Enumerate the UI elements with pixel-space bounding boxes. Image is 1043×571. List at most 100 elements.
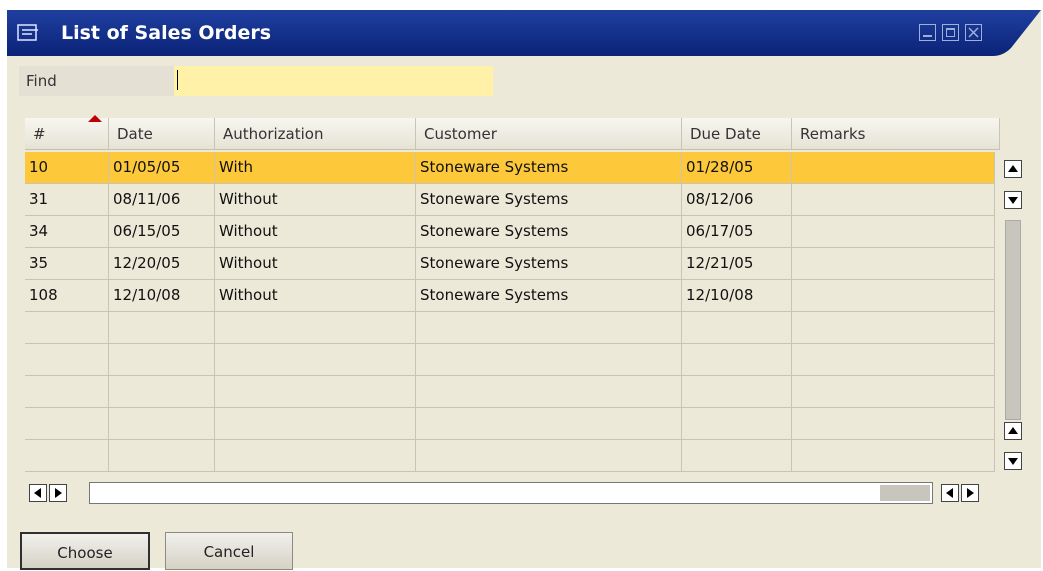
cell-authorization bbox=[215, 312, 416, 343]
cell-authorization bbox=[215, 408, 416, 439]
cell-date bbox=[109, 440, 215, 471]
cell-authorization: Without bbox=[215, 248, 416, 279]
cell-due-date: 12/10/08 bbox=[682, 280, 792, 311]
scroll-down-button-lower[interactable] bbox=[1004, 452, 1022, 470]
cell-date bbox=[109, 312, 215, 343]
cell-remarks bbox=[792, 216, 995, 247]
cell-customer bbox=[416, 376, 682, 407]
cell-customer: Stoneware Systems bbox=[416, 152, 682, 183]
cell-number bbox=[25, 376, 109, 407]
column-header-date[interactable]: Date bbox=[109, 118, 215, 150]
table-row[interactable]: 108 12/10/08 Without Stoneware Systems 1… bbox=[25, 280, 995, 312]
cell-number bbox=[25, 408, 109, 439]
horizontal-scrollbar[interactable] bbox=[29, 480, 994, 506]
find-label: Find bbox=[19, 66, 174, 96]
cell-date: 06/15/05 bbox=[109, 216, 215, 247]
cell-number bbox=[25, 440, 109, 471]
scroll-right-button-right[interactable] bbox=[961, 484, 979, 502]
empty-row[interactable] bbox=[25, 376, 995, 408]
cell-remarks bbox=[792, 440, 995, 471]
arrow-up-icon bbox=[1008, 427, 1018, 434]
text-cursor bbox=[177, 70, 178, 90]
cell-due-date bbox=[682, 344, 792, 375]
arrow-right-icon bbox=[967, 488, 974, 498]
cell-date bbox=[109, 344, 215, 375]
empty-row[interactable] bbox=[25, 440, 995, 472]
vertical-scrollbar[interactable] bbox=[1003, 160, 1023, 480]
cell-remarks bbox=[792, 280, 995, 311]
empty-row[interactable] bbox=[25, 408, 995, 440]
cell-due-date bbox=[682, 440, 792, 471]
cell-number: 31 bbox=[25, 184, 109, 215]
cell-due-date bbox=[682, 312, 792, 343]
cell-number: 10 bbox=[25, 152, 109, 183]
cell-date: 12/20/05 bbox=[109, 248, 215, 279]
scroll-up-button-lower[interactable] bbox=[1004, 422, 1022, 440]
table-row[interactable]: 10 01/05/05 With Stoneware Systems 01/28… bbox=[25, 152, 995, 184]
cell-date: 08/11/06 bbox=[109, 184, 215, 215]
cell-customer bbox=[416, 408, 682, 439]
cell-customer: Stoneware Systems bbox=[416, 184, 682, 215]
scroll-down-button[interactable] bbox=[1004, 191, 1022, 209]
scroll-right-button[interactable] bbox=[49, 484, 67, 502]
horizontal-scroll-track[interactable] bbox=[89, 482, 933, 504]
cell-date: 12/10/08 bbox=[109, 280, 215, 311]
scroll-up-button[interactable] bbox=[1004, 160, 1022, 178]
cell-number: 34 bbox=[25, 216, 109, 247]
cell-customer: Stoneware Systems bbox=[416, 248, 682, 279]
sales-orders-grid: # Date Authorization Customer Due Date R… bbox=[19, 114, 1000, 504]
cell-remarks bbox=[792, 248, 995, 279]
cell-due-date: 06/17/05 bbox=[682, 216, 792, 247]
cell-date: 01/05/05 bbox=[109, 152, 215, 183]
cancel-button[interactable]: Cancel bbox=[165, 532, 293, 570]
column-header-due-date[interactable]: Due Date bbox=[682, 118, 792, 150]
cell-remarks bbox=[792, 184, 995, 215]
cell-customer bbox=[416, 344, 682, 375]
cell-due-date bbox=[682, 408, 792, 439]
find-input[interactable] bbox=[174, 66, 493, 96]
close-button[interactable] bbox=[965, 24, 982, 41]
cell-date bbox=[109, 376, 215, 407]
cell-authorization: Without bbox=[215, 280, 416, 311]
column-header-number[interactable]: # bbox=[25, 115, 109, 150]
empty-row[interactable] bbox=[25, 312, 995, 344]
empty-row[interactable] bbox=[25, 344, 995, 376]
column-header-remarks[interactable]: Remarks bbox=[792, 118, 1000, 150]
table-row[interactable]: 34 06/15/05 Without Stoneware Systems 06… bbox=[25, 216, 995, 248]
maximize-button[interactable] bbox=[942, 24, 959, 41]
cell-due-date bbox=[682, 376, 792, 407]
table-row[interactable]: 31 08/11/06 Without Stoneware Systems 08… bbox=[25, 184, 995, 216]
scroll-left-button[interactable] bbox=[29, 484, 47, 502]
cell-remarks bbox=[792, 408, 995, 439]
window-title: List of Sales Orders bbox=[61, 22, 272, 44]
column-header-authorization[interactable]: Authorization bbox=[215, 118, 416, 150]
cell-customer bbox=[416, 440, 682, 471]
arrow-left-icon bbox=[946, 488, 953, 498]
scroll-left-button-right[interactable] bbox=[941, 484, 959, 502]
cell-customer bbox=[416, 312, 682, 343]
cell-authorization: Without bbox=[215, 216, 416, 247]
cell-remarks bbox=[792, 344, 995, 375]
cell-customer: Stoneware Systems bbox=[416, 280, 682, 311]
sales-orders-window: List of Sales Orders Find # Date Authori… bbox=[7, 10, 1041, 570]
cell-authorization: With bbox=[215, 152, 416, 183]
title-bar[interactable]: List of Sales Orders bbox=[7, 10, 1041, 58]
arrow-down-icon bbox=[1008, 197, 1018, 204]
cell-due-date: 08/12/06 bbox=[682, 184, 792, 215]
choose-button[interactable]: Choose bbox=[20, 532, 150, 570]
cell-remarks bbox=[792, 312, 995, 343]
horizontal-scroll-thumb[interactable] bbox=[880, 485, 930, 501]
table-row[interactable]: 35 12/20/05 Without Stoneware Systems 12… bbox=[25, 248, 995, 280]
close-icon bbox=[968, 27, 979, 38]
column-header-customer[interactable]: Customer bbox=[416, 118, 682, 150]
arrow-down-icon bbox=[1008, 458, 1018, 465]
arrow-up-icon bbox=[1008, 165, 1018, 172]
scroll-thumb[interactable] bbox=[1005, 220, 1021, 420]
cell-authorization: Without bbox=[215, 184, 416, 215]
arrow-right-icon bbox=[55, 488, 62, 498]
cell-due-date: 12/21/05 bbox=[682, 248, 792, 279]
cell-remarks bbox=[792, 152, 995, 183]
minimize-button[interactable] bbox=[919, 24, 936, 41]
cell-authorization bbox=[215, 376, 416, 407]
cell-authorization bbox=[215, 344, 416, 375]
